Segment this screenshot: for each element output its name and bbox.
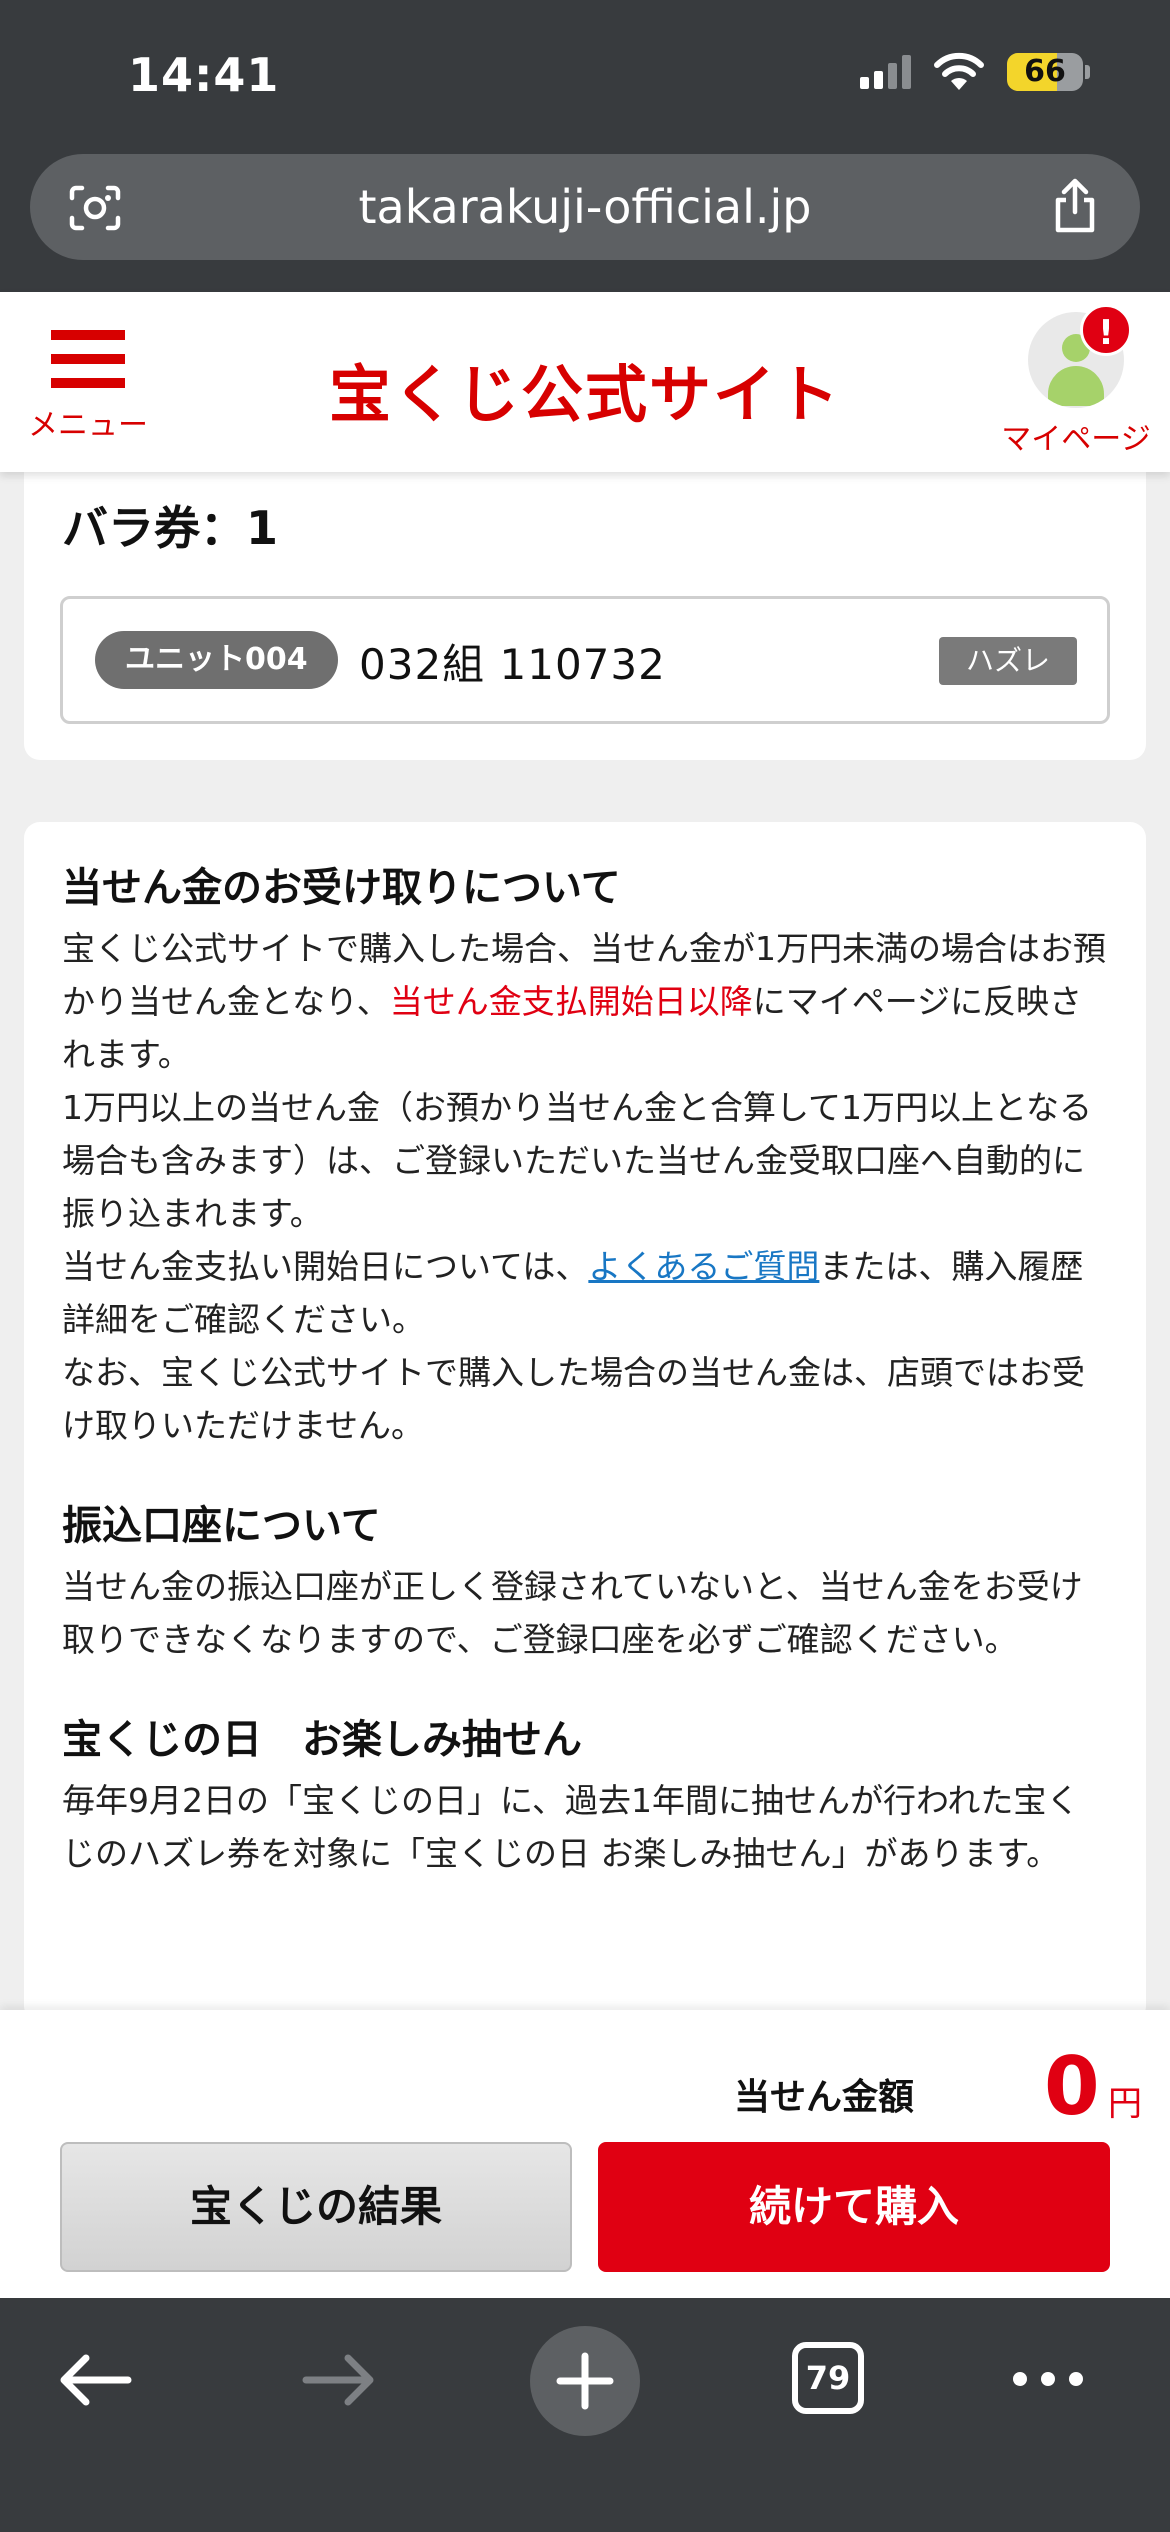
battery-icon: 66	[1007, 53, 1090, 91]
status-icons: 66	[860, 52, 1090, 92]
section-title: 宝くじの日 お楽しみ抽せん	[62, 1717, 582, 1763]
browser-top-bar: 14:41 66 takarakuji-official.jp	[0, 0, 1170, 292]
mypage-button[interactable]: ! マイページ	[996, 304, 1156, 458]
ticket-type-title: バラ券：1	[62, 501, 279, 555]
result-badge: ハズレ	[939, 637, 1077, 685]
ticket-number: 032組 110732	[359, 640, 666, 689]
lottery-results-button[interactable]: 宝くじの結果	[60, 2142, 572, 2272]
faq-link[interactable]: よくあるご質問	[588, 1247, 819, 1286]
ticket-card: バラ券：1 ユニット004 032組 110732 ハズレ	[24, 440, 1146, 760]
address-bar[interactable]: takarakuji-official.jp	[30, 154, 1140, 260]
info-card: 当せん金のお受け取りについて 宝くじ公式サイトで購入した場合、当せん金が1万円未…	[24, 822, 1146, 2022]
browser-toolbar: 79	[0, 2298, 1170, 2532]
new-tab-button[interactable]	[530, 2326, 640, 2436]
status-time: 14:41	[128, 48, 280, 102]
section-text: 当せん金の振込口座が正しく登録されていないと、当せん金をお受け取りできなくなりま…	[62, 1567, 1083, 1659]
tab-count-button[interactable]: 79	[792, 2342, 864, 2414]
more-icon[interactable]	[1010, 2364, 1086, 2394]
url-text[interactable]: takarakuji-official.jp	[30, 180, 1140, 234]
section-text: 宝くじ公式サイトで購入した場合、当せん金が1万円未満の場合はお預かり当せん金とな…	[62, 929, 1106, 1445]
section-title: 振込口座について	[62, 1503, 381, 1549]
alert-badge: !	[1080, 304, 1132, 356]
back-arrow-icon[interactable]	[56, 2350, 136, 2410]
purchase-bar: 当せん金額 0 円 宝くじの結果 続けて購入	[0, 2010, 1170, 2298]
share-icon[interactable]	[1048, 176, 1102, 236]
unit-badge: ユニット004	[95, 631, 338, 689]
bank-account-section: 振込口座について 当せん金の振込口座が正しく登録されていないと、当せん金をお受け…	[62, 1500, 1108, 1666]
site-logo[interactable]: 宝くじ公式サイト	[0, 344, 1170, 434]
site-header: メニュー 宝くじ公式サイト ! マイページ	[0, 292, 1170, 472]
plus-icon	[556, 2352, 614, 2410]
section-title: 当せん金のお受け取りについて	[62, 865, 621, 911]
prize-receipt-section: 当せん金のお受け取りについて 宝くじ公式サイトで購入した場合、当せん金が1万円未…	[62, 862, 1108, 1452]
continue-purchase-button[interactable]: 続けて購入	[598, 2142, 1110, 2272]
prize-amount-label: 当せん金額	[734, 2077, 915, 2118]
prize-amount-unit: 円	[1108, 2084, 1142, 2124]
section-text: 毎年9月2日の「宝くじの日」に、過去1年間に抽せんが行われた宝くじのハズレ券を対…	[62, 1781, 1080, 1873]
prize-amount-value: 0	[1044, 2040, 1100, 2133]
mypage-label: マイページ	[1001, 422, 1151, 457]
forward-arrow-icon[interactable]	[298, 2350, 378, 2410]
lottery-day-section: 宝くじの日 お楽しみ抽せん 毎年9月2日の「宝くじの日」に、過去1年間に抽せんが…	[62, 1714, 1108, 1880]
cellular-signal-icon	[860, 55, 911, 89]
wifi-icon	[934, 52, 984, 90]
ticket-row: ユニット004 032組 110732 ハズレ	[60, 596, 1110, 724]
payment-start-highlight: 当せん金支払開始日以降	[389, 982, 753, 1021]
battery-level: 66	[1007, 53, 1083, 91]
